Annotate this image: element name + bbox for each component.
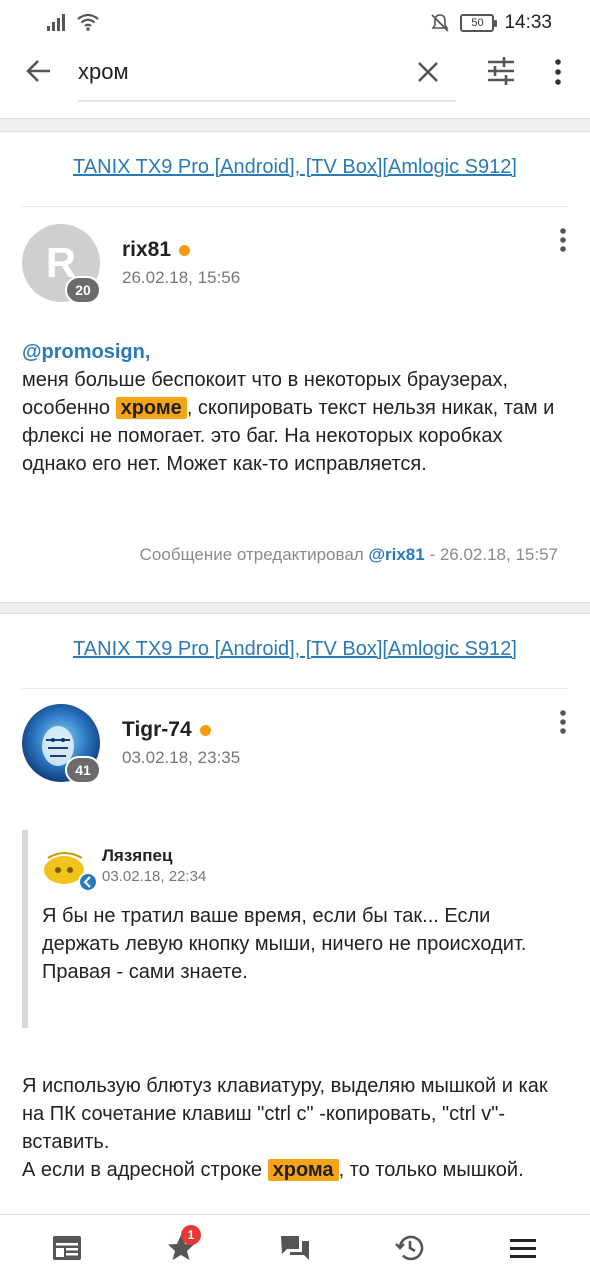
post-date: 03.02.18, 23:35	[122, 748, 241, 767]
status-right: 50 14:33	[430, 12, 552, 34]
quote-line: Правая - сами знаете.	[42, 961, 248, 983]
reputation-badge: 41	[65, 756, 101, 784]
quote-block: Лязяпец 03.02.18, 22:34 Я бы не тратил в…	[22, 830, 568, 1028]
reputation-badge: 20	[65, 276, 101, 304]
author-name[interactable]: Tigr-74	[122, 718, 211, 742]
nav-menu[interactable]	[493, 1223, 553, 1273]
news-icon	[53, 1235, 81, 1260]
edit-note-suffix: - 26.02.18, 15:57	[429, 545, 558, 564]
post-text: Я использую блютуз клавиатуру, выделяю м…	[22, 1075, 548, 1153]
editor-link[interactable]: @rix81	[368, 545, 424, 564]
bottom-navigation: 1	[0, 1214, 590, 1280]
status-left	[46, 12, 100, 32]
online-status-icon	[179, 244, 191, 256]
topic-link[interactable]: TANIX TX9 Pro [Android], [TV Box][Amlogi…	[0, 156, 590, 179]
quote-jump-icon[interactable]	[78, 872, 98, 892]
topic-link[interactable]: TANIX TX9 Pro [Android], [TV Box][Amlogi…	[0, 638, 590, 661]
menu-icon	[510, 1238, 536, 1258]
mention-link[interactable]: @promosign,	[22, 341, 150, 363]
section-separator	[0, 602, 590, 614]
nav-history[interactable]	[379, 1223, 439, 1273]
history-icon	[395, 1235, 424, 1260]
quote-line: Я бы не тратил ваше время, если бы так..…	[42, 905, 527, 955]
section-separator	[0, 118, 590, 132]
post-body: @promosign, меня больше беспокоит что в …	[22, 338, 570, 478]
edit-note: Сообщение отредактировал @rix81 - 26.02.…	[0, 545, 558, 565]
nav-favorites[interactable]: 1	[151, 1223, 211, 1273]
quote-text: Я бы не тратил ваше время, если бы так..…	[42, 902, 562, 986]
signal-icon	[47, 14, 65, 31]
favorites-badge: 1	[181, 1224, 201, 1245]
filter-settings-icon[interactable]	[484, 54, 518, 88]
back-arrow-icon[interactable]	[22, 54, 56, 88]
mute-notifications-icon	[431, 14, 450, 32]
post-divider	[22, 688, 568, 689]
clock: 14:33	[504, 12, 552, 33]
search-highlight: хрома	[267, 1159, 339, 1181]
search-input[interactable]	[78, 54, 398, 90]
quote-date: 03.02.18, 22:34	[102, 868, 207, 885]
author-name[interactable]: rix81	[122, 238, 191, 262]
quote-author[interactable]: Лязяпец	[102, 846, 172, 866]
author-label: Tigr-74	[122, 718, 192, 741]
post-text: , то только мышкой.	[338, 1159, 524, 1181]
nav-news[interactable]	[37, 1223, 97, 1273]
clear-icon[interactable]	[412, 56, 444, 88]
battery-icon: 50	[460, 14, 498, 32]
search-header	[0, 44, 590, 112]
status-bar: 50 14:33	[0, 0, 590, 48]
nav-messages[interactable]	[265, 1223, 325, 1273]
more-vertical-icon[interactable]	[548, 56, 568, 88]
messages-icon	[281, 1235, 309, 1260]
post-menu-icon[interactable]	[553, 708, 573, 738]
edit-note-prefix: Сообщение отредактировал	[139, 545, 364, 564]
search-underline	[78, 100, 456, 102]
post-menu-icon[interactable]	[553, 226, 573, 256]
post-text: А если в адресной строке	[22, 1159, 268, 1181]
post-date: 26.02.18, 15:56	[122, 268, 241, 287]
online-status-icon	[199, 724, 211, 736]
wifi-icon	[77, 13, 99, 31]
post-divider	[22, 206, 568, 207]
search-highlight: хроме	[115, 397, 187, 419]
author-label: rix81	[122, 238, 172, 261]
post-body: Я использую блютуз клавиатуру, выделяю м…	[22, 1072, 570, 1184]
